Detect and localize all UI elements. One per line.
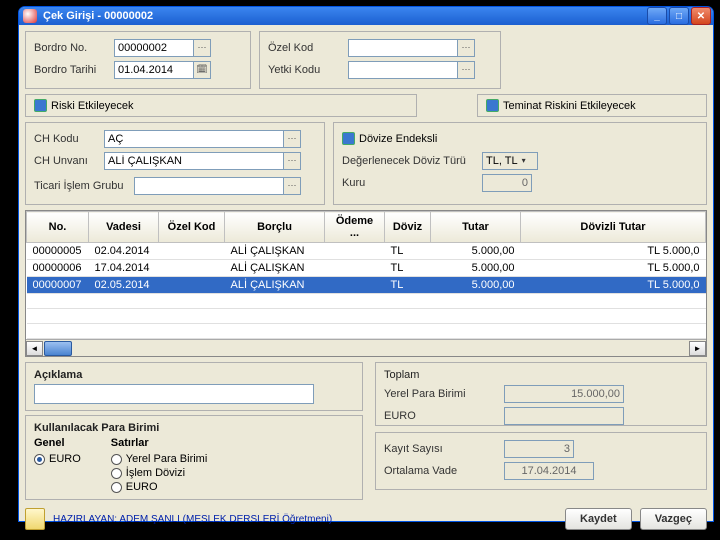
yerel-para-label: Yerel Para Birimi: [384, 388, 504, 400]
col-ozel[interactable]: Özel Kod: [159, 212, 225, 243]
para-birimi-legend: Kullanılacak Para Birimi: [34, 422, 354, 434]
scroll-left-icon[interactable]: ◄: [26, 341, 43, 356]
table-row-selected[interactable]: 00000007 02.05.2014 ALİ ÇALIŞKAN TL 5.00…: [27, 277, 706, 294]
genel-subtitle: Genel: [34, 437, 81, 449]
bordro-tarihi-input[interactable]: [114, 61, 194, 79]
scroll-thumb[interactable]: [44, 341, 72, 356]
teminat-check-group: Teminat Riskini Etkileyecek: [477, 94, 707, 117]
ticari-label: Ticari İşlem Grubu: [34, 180, 134, 192]
col-doviz[interactable]: Döviz: [385, 212, 431, 243]
para-birimi-group: Kullanılacak Para Birimi Genel EURO Satı…: [25, 415, 363, 500]
riski-label: Riski Etkileyecek: [51, 100, 134, 112]
calendar-icon[interactable]: 🗓: [193, 61, 211, 79]
table-row[interactable]: 00000005 02.04.2014 ALİ ÇALIŞKAN TL 5.00…: [27, 243, 706, 260]
close-button[interactable]: ✕: [691, 7, 711, 25]
col-tutar[interactable]: Tutar: [431, 212, 521, 243]
chevron-down-icon: ▾: [522, 156, 526, 165]
teminat-label: Teminat Riskini Etkileyecek: [503, 100, 636, 112]
ch-kodu-label: CH Kodu: [34, 133, 104, 145]
ch-unvani-input[interactable]: [104, 152, 284, 170]
table-row[interactable]: 00000006 17.04.2014 ALİ ÇALIŞKAN TL 5.00…: [27, 260, 706, 277]
kayit-sayisi-value: [504, 440, 574, 458]
yetki-kodu-lookup-icon[interactable]: ⋯: [457, 61, 475, 79]
toplam-label: Toplam: [384, 369, 698, 381]
doviz-endeksli-label: Dövize Endeksli: [359, 133, 437, 145]
satirlar-subtitle: Satırlar: [111, 437, 208, 449]
ozel-kod-lookup-icon[interactable]: ⋯: [457, 39, 475, 57]
riski-checkbox[interactable]: [34, 99, 47, 112]
satir-euro-radio[interactable]: [111, 482, 122, 493]
footer-credit: HAZIRLAYAN: ADEM ŞANLI (MESLEK DERSLERİ …: [53, 514, 332, 525]
bordro-no-lookup-icon[interactable]: ⋯: [193, 39, 211, 57]
yetki-kodu-input[interactable]: [348, 61, 458, 79]
ozel-kod-label: Özel Kod: [268, 42, 348, 54]
aciklama-label: Açıklama: [34, 369, 354, 381]
window-title: Çek Girişi - 00000002: [43, 10, 647, 22]
app-icon: [23, 9, 37, 23]
euro-label: EURO: [384, 410, 504, 422]
aciklama-group: Açıklama: [25, 362, 363, 411]
save-button[interactable]: Kaydet: [565, 508, 632, 530]
note-icon[interactable]: [25, 508, 45, 530]
bordro-tarihi-label: Bordro Tarihi: [34, 64, 114, 76]
cancel-button[interactable]: Vazgeç: [640, 508, 707, 530]
doviz-endeksli-checkbox[interactable]: [342, 132, 355, 145]
yetki-kodu-label: Yetki Kodu: [268, 64, 348, 76]
euro-value: [504, 407, 624, 425]
bordro-no-label: Bordro No.: [34, 42, 114, 54]
ortalama-vade-label: Ortalama Vade: [384, 465, 504, 477]
ch-kodu-input[interactable]: [104, 130, 284, 148]
satir-islem-radio[interactable]: [111, 468, 122, 479]
ticari-input[interactable]: [134, 177, 284, 195]
genel-euro-radio[interactable]: [34, 454, 45, 465]
ortalama-vade-value: [504, 462, 594, 480]
aciklama-input[interactable]: [34, 384, 314, 404]
kod-group: Özel Kod ⋯ Yetki Kodu ⋯: [259, 31, 501, 89]
deger-doviz-label: Değerlenecek Döviz Türü: [342, 155, 482, 167]
ch-unvani-lookup-icon[interactable]: ⋯: [283, 152, 301, 170]
kuru-input: [482, 174, 532, 192]
teminat-checkbox[interactable]: [486, 99, 499, 112]
deger-doviz-select[interactable]: TL, TL ▾: [482, 152, 538, 170]
toplam-group: Toplam Yerel Para Birimi EURO: [375, 362, 707, 426]
footer: HAZIRLAYAN: ADEM ŞANLI (MESLEK DERSLERİ …: [19, 506, 713, 534]
kayit-group: Kayıt Sayısı Ortalama Vade: [375, 432, 707, 490]
cek-table: No. Vadesi Özel Kod Borçlu Ödeme ... Döv…: [25, 210, 707, 357]
maximize-button[interactable]: □: [669, 7, 689, 25]
bordro-no-input[interactable]: [114, 39, 194, 57]
yerel-para-value: [504, 385, 624, 403]
ch-group: CH Kodu ⋯ CH Unvanı ⋯ Ticari İşlem Grubu…: [25, 122, 325, 205]
ozel-kod-input[interactable]: [348, 39, 458, 57]
col-no[interactable]: No.: [27, 212, 89, 243]
kuru-label: Kuru: [342, 177, 482, 189]
col-odeme[interactable]: Ödeme ...: [325, 212, 385, 243]
col-dovizli[interactable]: Dövizli Tutar: [521, 212, 706, 243]
ch-unvani-label: CH Unvanı: [34, 155, 104, 167]
doviz-group: Dövize Endeksli Değerlenecek Döviz Türü …: [333, 122, 707, 205]
minimize-button[interactable]: _: [647, 7, 667, 25]
col-vadesi[interactable]: Vadesi: [89, 212, 159, 243]
ch-kodu-lookup-icon[interactable]: ⋯: [283, 130, 301, 148]
kayit-sayisi-label: Kayıt Sayısı: [384, 443, 504, 455]
bordro-group: Bordro No. ⋯ Bordro Tarihi 🗓: [25, 31, 251, 89]
riski-check-group: Riski Etkileyecek: [25, 94, 417, 117]
titlebar[interactable]: Çek Girişi - 00000002 _ □ ✕: [19, 7, 713, 25]
col-borclu[interactable]: Borçlu: [225, 212, 325, 243]
h-scrollbar[interactable]: ◄ ►: [26, 339, 706, 356]
app-window: Çek Girişi - 00000002 _ □ ✕ Bordro No. ⋯…: [18, 6, 714, 522]
ticari-lookup-icon[interactable]: ⋯: [283, 177, 301, 195]
scroll-right-icon[interactable]: ►: [689, 341, 706, 356]
satir-yerel-radio[interactable]: [111, 454, 122, 465]
